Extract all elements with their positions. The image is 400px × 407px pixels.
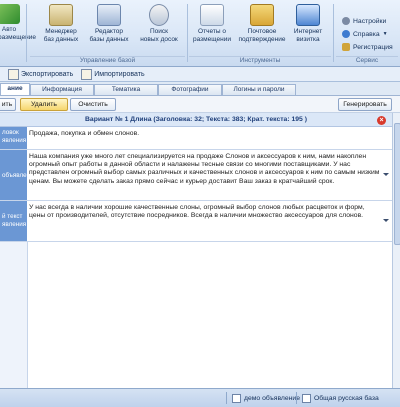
ribbon: Авто размещение Менеджер баз данных Реда… (0, 0, 400, 67)
field-short-text-text[interactable]: У нас всегда в наличии хорошие качествен… (29, 204, 382, 220)
settings-item[interactable]: Настройки (342, 16, 386, 26)
field-short-text-row: й текст явления У нас всегда в наличии х… (0, 201, 392, 242)
mail-confirm-button[interactable]: Почтовое подтверждение (238, 4, 286, 52)
variant-header: Вариант № 1 Длина (Заголовка: 32; Текста… (0, 113, 392, 127)
register-item[interactable]: Регистрация (342, 42, 393, 52)
db-editor-button[interactable]: Редактор базы данных (86, 4, 132, 52)
help-icon (342, 30, 350, 38)
tab-strip: ание Информация Тематика Фотографии Логи… (0, 83, 400, 96)
ribbon-separator (26, 4, 27, 62)
mail-icon (250, 4, 274, 26)
status-database[interactable]: Общая русская база (302, 394, 379, 403)
close-icon[interactable]: × (377, 116, 386, 125)
search-icon (149, 4, 169, 26)
chevron-down-icon: ▼ (382, 31, 388, 37)
scrollbar-thumb[interactable] (394, 123, 400, 245)
field-short-text-label: й текст явления (0, 201, 27, 241)
field-text-text[interactable]: Наша компания уже много лет специализиру… (29, 153, 382, 186)
tab-information[interactable]: Информация (30, 84, 94, 95)
status-bar: демо объявление Общая русская база (0, 388, 400, 407)
field-title-row: ловок явления Продажа, покупка и обмен с… (0, 127, 392, 150)
group-label-base: Управление базой (30, 56, 185, 66)
secondary-toolbar: Экспортировать Импортировать (0, 67, 400, 82)
editor-empty-area (0, 242, 392, 388)
field-text-label: объявления (0, 150, 37, 200)
document-icon (232, 394, 241, 403)
tab-photos[interactable]: Фотографии (158, 84, 222, 95)
ribbon-separator (187, 4, 188, 62)
reports-icon (200, 4, 224, 26)
delete-button[interactable]: Удалить (20, 98, 68, 111)
key-icon (342, 43, 350, 51)
export-button[interactable]: Экспортировать (8, 68, 73, 80)
web-card-button[interactable]: Интернет визитка (288, 4, 328, 52)
web-card-icon (296, 4, 320, 26)
tab-logins[interactable]: Логины и пароли (222, 84, 296, 95)
help-item[interactable]: Справка ▼ (342, 29, 388, 39)
db-manager-button[interactable]: Менеджер баз данных (38, 4, 84, 52)
action-bar: ить Удалить Очистить Генерировать (0, 95, 400, 113)
field-text-row: объявления Наша компания уже много лет с… (0, 150, 392, 201)
add-button[interactable]: ить (0, 98, 16, 111)
database-icon (302, 394, 311, 403)
auto-placement-icon (0, 4, 20, 24)
status-separator (296, 392, 297, 404)
group-label-tools: Инструменты (189, 56, 331, 66)
group-label-service: Сервис (336, 56, 398, 66)
status-demo-ad[interactable]: демо объявление (232, 394, 300, 403)
editor-left-strip (0, 242, 28, 388)
field-title-label: ловок явления (0, 127, 27, 149)
ribbon-separator (333, 4, 334, 62)
chevron-down-icon[interactable] (383, 219, 389, 222)
status-separator (226, 392, 227, 404)
clear-button[interactable]: Очистить (70, 98, 116, 111)
export-icon (8, 68, 19, 80)
import-icon (81, 68, 93, 80)
database-editor-icon (97, 4, 121, 26)
auto-placement-button[interactable]: Авто размещение (0, 4, 36, 52)
chevron-down-icon[interactable] (383, 173, 389, 176)
vertical-scrollbar[interactable] (392, 113, 400, 388)
generate-button[interactable]: Генерировать (338, 98, 392, 111)
tab-topics[interactable]: Тематика (94, 84, 158, 95)
find-boards-button[interactable]: Поиск новых досок (136, 4, 182, 52)
field-title-text[interactable]: Продажа, покупка и обмен слонов. (29, 130, 382, 138)
reports-button[interactable]: Отчеты о размещении (190, 4, 234, 52)
gear-icon (342, 17, 350, 25)
database-manager-icon (49, 4, 73, 26)
import-button[interactable]: Импортировать (81, 68, 145, 80)
